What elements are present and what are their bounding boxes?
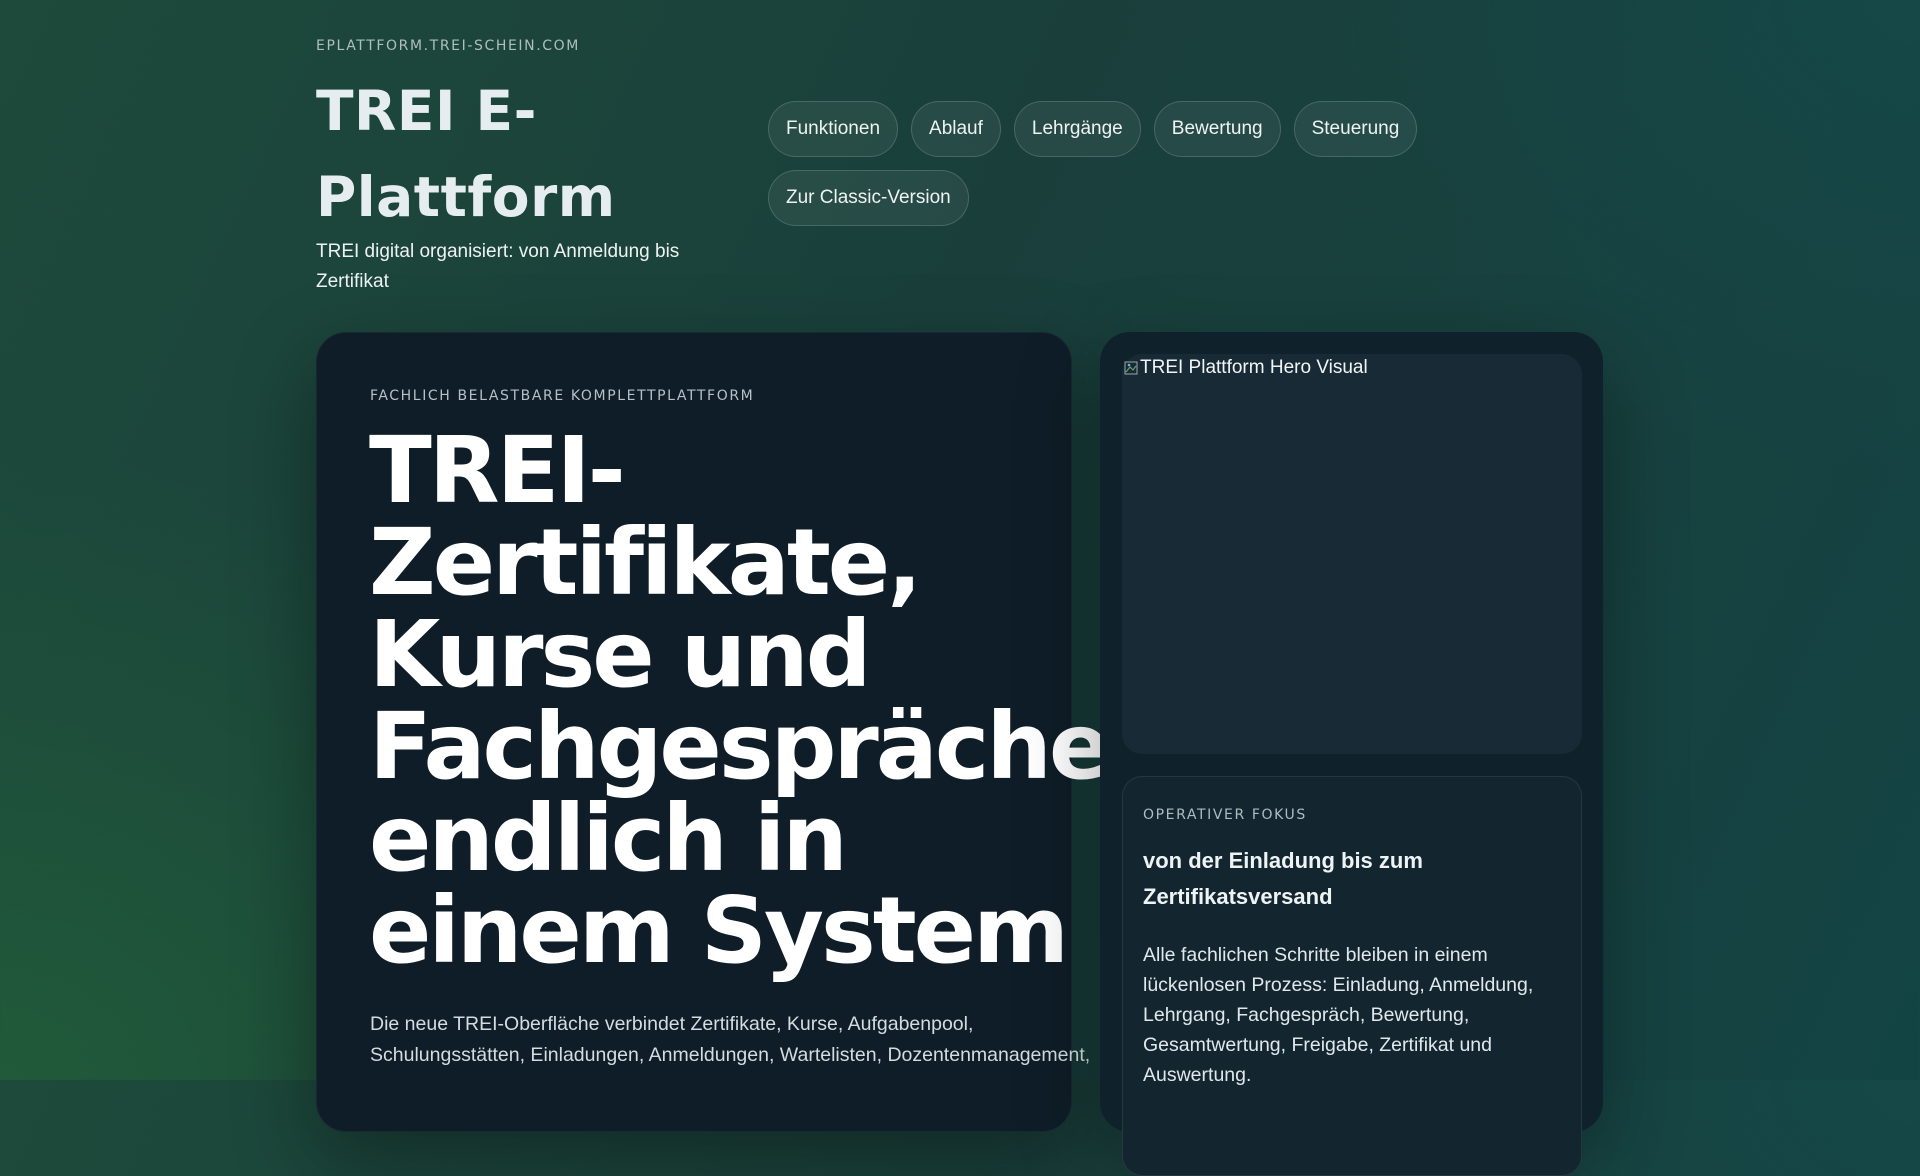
focus-eyebrow: OPERATIVER FOKUS	[1143, 807, 1307, 823]
hero-headline: TREI- Zertifikate, Kurse und Fachgespräc…	[369, 417, 1111, 984]
hero-visual-alt: TREI Plattform Hero Visual	[1124, 357, 1368, 379]
broken-image-icon	[1124, 360, 1138, 376]
tagline: TREI digital organisiert: von Anmeldung …	[316, 241, 680, 292]
focus-box: OPERATIVER FOKUS von der Einladung bis z…	[1122, 776, 1582, 1176]
main-nav: Funktionen Ablauf Lehrgänge Bewertung St…	[768, 101, 1448, 226]
focus-title: von der Einladung bis zum Zertifikatsver…	[1143, 848, 1423, 909]
nav-lehrgaenge[interactable]: Lehrgänge	[1013, 101, 1141, 157]
nav-bewertung[interactable]: Bewertung	[1153, 101, 1281, 157]
focus-description: Alle fachlichen Schritte bleiben in eine…	[1143, 944, 1534, 1086]
site-url: EPLATTFORM.TREI-SCHEIN.COM	[316, 38, 580, 54]
hero-visual: TREI Plattform Hero Visual	[1122, 354, 1582, 754]
hero-eyebrow: FACHLICH BELASTBARE KOMPLETTPLATTFORM	[370, 388, 755, 404]
hero-description: Die neue TREI-Oberfläche verbindet Zerti…	[370, 1013, 1091, 1066]
nav-steuerung[interactable]: Steuerung	[1293, 101, 1418, 157]
brand-title[interactable]: TREI E-Plattform	[316, 68, 656, 240]
nav-ablauf[interactable]: Ablauf	[911, 101, 1001, 157]
hero-card: FACHLICH BELASTBARE KOMPLETTPLATTFORM TR…	[316, 332, 1111, 1132]
classic-version-button[interactable]: Zur Classic-Version	[768, 170, 969, 226]
hero-visual-alt-text: TREI Plattform Hero Visual	[1140, 357, 1368, 378]
side-card: TREI Plattform Hero Visual OPERATIVER FO…	[1100, 332, 1603, 1176]
nav-funktionen[interactable]: Funktionen	[768, 101, 899, 157]
